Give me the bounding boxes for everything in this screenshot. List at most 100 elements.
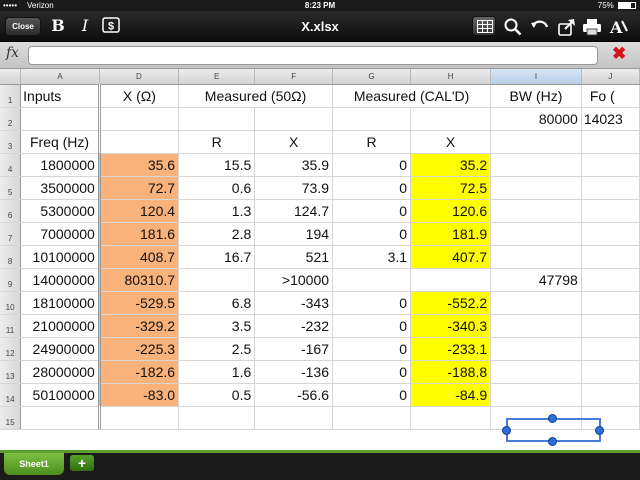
cancel-edit-icon[interactable]: ✖ <box>612 44 626 64</box>
cell-r-50[interactable]: 1.6 <box>178 360 256 384</box>
cell-bw[interactable] <box>490 245 582 269</box>
cell-bw[interactable] <box>490 291 582 315</box>
cell-x-50[interactable]: -56.6 <box>254 383 334 407</box>
bold-button[interactable]: B <box>50 15 66 37</box>
cell[interactable] <box>490 130 582 154</box>
cell-x-50[interactable]: -343 <box>254 291 334 315</box>
cell[interactable] <box>581 268 640 292</box>
cell-x-cal[interactable]: 407.7 <box>410 245 492 269</box>
cell-x-50[interactable]: -167 <box>254 337 334 361</box>
cell-x-cal[interactable]: 120.6 <box>410 199 492 223</box>
row-header[interactable]: 9 <box>0 268 22 292</box>
cell-x-50[interactable]: 521 <box>254 245 334 269</box>
cell-r-cal[interactable]: 0 <box>332 176 412 200</box>
cell-x-ohm[interactable]: 181.6 <box>99 222 180 246</box>
italic-button[interactable]: I <box>78 15 92 37</box>
close-button[interactable]: Close <box>5 17 41 36</box>
cell-bw[interactable] <box>490 383 582 407</box>
cell-x-cal[interactable]: -552.2 <box>410 291 492 315</box>
tab-sheet1[interactable]: Sheet1 <box>4 453 64 475</box>
cell-x-cal[interactable]: -340.3 <box>410 314 492 338</box>
cell-r-cal[interactable]: 0 <box>332 360 412 384</box>
cell-r-50[interactable]: 2.5 <box>178 337 256 361</box>
cell[interactable] <box>332 406 412 430</box>
cell-frequency[interactable]: 5300000 <box>20 199 101 223</box>
grid-view-button[interactable] <box>472 16 496 36</box>
cell[interactable] <box>581 291 640 315</box>
cell-r-50[interactable]: 3.5 <box>178 314 256 338</box>
cell-bw[interactable] <box>490 153 582 177</box>
column-header-h[interactable]: H <box>410 69 492 85</box>
row-header[interactable]: 5 <box>0 176 22 200</box>
cell[interactable] <box>581 199 640 223</box>
cell-measured-cal-header[interactable]: Measured (CAL'D) <box>332 84 492 108</box>
cell-x-cal[interactable]: 72.5 <box>410 176 492 200</box>
share-icon[interactable] <box>557 17 577 37</box>
cell-bw[interactable] <box>490 360 582 384</box>
cell-x-50[interactable]: 124.7 <box>254 199 334 223</box>
cell[interactable] <box>178 107 256 131</box>
cell-frequency[interactable]: 50100000 <box>20 383 101 407</box>
text-format-icon[interactable]: A <box>609 17 629 37</box>
cell-freq-header[interactable]: Freq (Hz) <box>20 130 101 154</box>
selection-handle-bottom[interactable] <box>548 437 557 446</box>
cell-bw[interactable]: 47798 <box>490 268 582 292</box>
cell-r-header[interactable]: R <box>178 130 256 154</box>
corner-cell[interactable] <box>0 69 22 85</box>
cell-r-50[interactable]: 0.5 <box>178 383 256 407</box>
cell-r-50[interactable]: 15.5 <box>178 153 256 177</box>
row-header[interactable]: 6 <box>0 199 22 223</box>
cell-x-ohm[interactable]: 408.7 <box>99 245 180 269</box>
cell[interactable] <box>332 107 412 131</box>
row-header[interactable]: 10 <box>0 291 22 315</box>
cell[interactable] <box>581 383 640 407</box>
cell-x-header[interactable]: X <box>254 130 334 154</box>
cell-x-50[interactable]: >10000 <box>254 268 334 292</box>
cell-bw[interactable] <box>490 222 582 246</box>
cell-r-50[interactable]: 6.8 <box>178 291 256 315</box>
cell-x-cal[interactable]: -188.8 <box>410 360 492 384</box>
cell[interactable] <box>20 107 101 131</box>
cell-x-ohm-header[interactable]: X (Ω) <box>99 84 180 108</box>
cell-r-50[interactable]: 2.8 <box>178 222 256 246</box>
cell-frequency[interactable]: 14000000 <box>20 268 101 292</box>
row-header[interactable]: 14 <box>0 383 22 407</box>
column-header-i[interactable]: I <box>490 69 582 85</box>
cell-frequency[interactable]: 1800000 <box>20 153 101 177</box>
cell-x-ohm[interactable]: -182.6 <box>99 360 180 384</box>
search-icon[interactable] <box>503 17 523 37</box>
cell[interactable] <box>178 406 256 430</box>
row-header[interactable]: 7 <box>0 222 22 246</box>
cell-x-ohm[interactable]: 80310.7 <box>99 268 180 292</box>
cell[interactable] <box>99 107 180 131</box>
cell-bw-value[interactable]: 80000 <box>490 107 582 131</box>
cell-r-50[interactable]: 0.6 <box>178 176 256 200</box>
cell-bw[interactable] <box>490 314 582 338</box>
cell-r-50[interactable]: 16.7 <box>178 245 256 269</box>
cell[interactable] <box>410 107 492 131</box>
cell-r-cal[interactable]: 0 <box>332 337 412 361</box>
cell-x-cal[interactable]: -233.1 <box>410 337 492 361</box>
cell-x-cal[interactable]: 35.2 <box>410 153 492 177</box>
cell[interactable] <box>254 406 334 430</box>
add-sheet-button[interactable]: + <box>70 455 94 471</box>
cell-frequency[interactable]: 24900000 <box>20 337 101 361</box>
undo-icon[interactable] <box>530 17 550 37</box>
cell-frequency[interactable]: 21000000 <box>20 314 101 338</box>
cell[interactable] <box>581 222 640 246</box>
currency-format-button[interactable]: $ <box>102 15 120 37</box>
cell[interactable] <box>581 314 640 338</box>
cell-r-cal[interactable]: 0 <box>332 314 412 338</box>
cell-inputs-header[interactable]: Inputs <box>20 84 101 108</box>
selection-handle-left[interactable] <box>502 426 511 435</box>
cell-measured-50-header[interactable]: Measured (50Ω) <box>178 84 334 108</box>
row-header[interactable]: 15 <box>0 406 22 430</box>
column-header-d[interactable]: D <box>99 69 180 85</box>
cell-x-cal[interactable] <box>410 268 492 292</box>
cell-x-cal[interactable]: -84.9 <box>410 383 492 407</box>
cell-x-ohm[interactable]: -225.3 <box>99 337 180 361</box>
cell-x-ohm[interactable]: 72.7 <box>99 176 180 200</box>
cell-r-cal[interactable]: 0 <box>332 383 412 407</box>
cell[interactable] <box>581 337 640 361</box>
cell[interactable] <box>254 107 334 131</box>
